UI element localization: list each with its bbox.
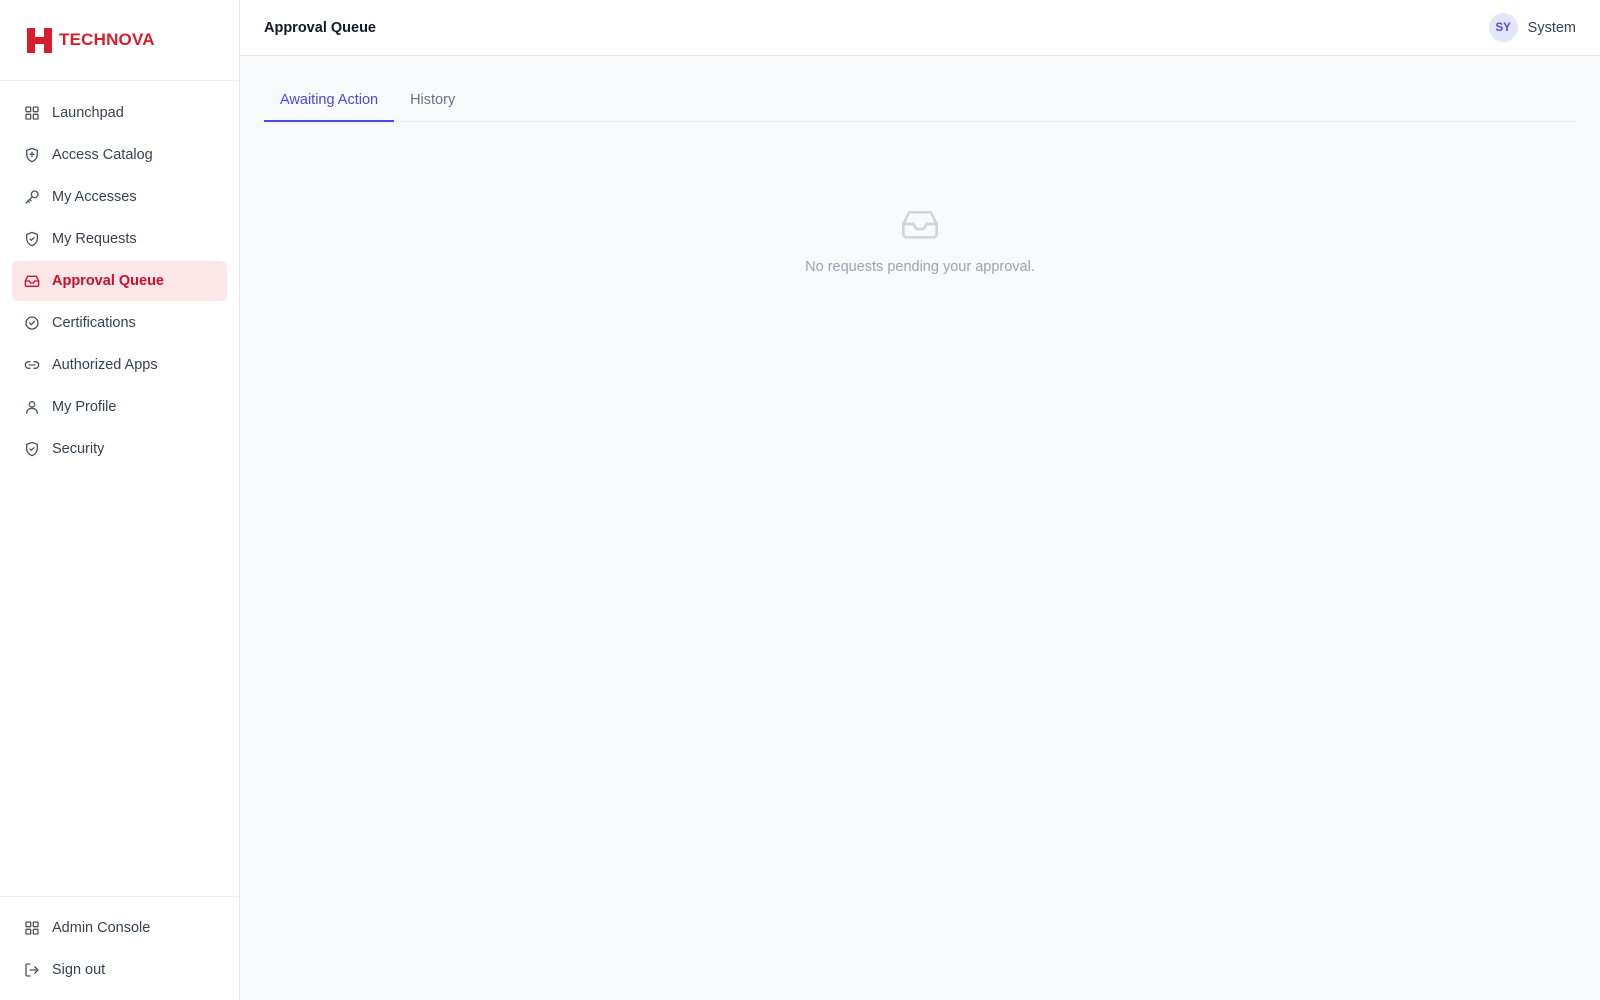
brand-name: TECHNOVA: [59, 30, 155, 49]
inbox-icon: [900, 204, 940, 249]
sidebar-item-my-accesses[interactable]: My Accesses: [12, 177, 227, 217]
shield-check-icon: [24, 231, 40, 247]
sidebar-item-label: Admin Console: [52, 920, 151, 936]
sidebar-item-my-profile[interactable]: My Profile: [12, 387, 227, 427]
inbox-icon: [24, 273, 40, 289]
user-icon: [24, 399, 40, 415]
empty-state-message: No requests pending your approval.: [805, 259, 1035, 275]
logout-icon: [24, 962, 40, 978]
sidebar-item-label: Security: [52, 441, 105, 457]
sidebar-item-launchpad[interactable]: Launchpad: [12, 93, 227, 133]
sidebar-nav: Launchpad Access Catalog My Accesses My …: [0, 81, 239, 469]
technova-logo-icon: [26, 27, 53, 54]
sidebar-item-label: Certifications: [52, 315, 136, 331]
grid-icon: [24, 105, 40, 121]
sidebar-item-access-catalog[interactable]: Access Catalog: [12, 135, 227, 175]
shield-check-icon: [24, 441, 40, 457]
sidebar-item-authorized-apps[interactable]: Authorized Apps: [12, 345, 227, 385]
grid-icon: [24, 920, 40, 936]
avatar[interactable]: SY: [1488, 13, 1518, 42]
shield-plus-icon: [24, 147, 40, 163]
sidebar-item-my-requests[interactable]: My Requests: [12, 219, 227, 259]
main-content: Awaiting Action History No requests pend…: [264, 56, 1576, 275]
sidebar-item-certifications[interactable]: Certifications: [12, 303, 227, 343]
check-circle-icon: [24, 315, 40, 331]
tab-history[interactable]: History: [394, 80, 471, 122]
empty-state: No requests pending your approval.: [264, 204, 1576, 275]
sidebar-footer: Admin Console Sign out: [0, 896, 239, 1000]
sidebar-item-label: Access Catalog: [52, 147, 153, 163]
sidebar-item-label: My Requests: [52, 231, 137, 247]
sidebar-item-label: Launchpad: [52, 105, 124, 121]
sidebar-item-label: Authorized Apps: [52, 357, 158, 373]
brand-logo[interactable]: TECHNOVA: [0, 0, 239, 81]
sidebar-item-security[interactable]: Security: [12, 429, 227, 469]
key-icon: [24, 189, 40, 205]
page-title: Approval Queue: [264, 19, 376, 36]
top-bar: Approval Queue SY System: [240, 0, 1600, 56]
sidebar-item-label: Sign out: [52, 962, 106, 978]
tab-awaiting-action[interactable]: Awaiting Action: [264, 80, 395, 122]
sidebar-item-label: My Profile: [52, 399, 117, 415]
sidebar-item-label: My Accesses: [52, 189, 137, 205]
sidebar-item-admin-console[interactable]: Admin Console: [12, 908, 227, 948]
user-menu[interactable]: SY System: [1488, 13, 1576, 42]
user-name[interactable]: System: [1528, 20, 1576, 36]
link-icon: [24, 357, 40, 373]
sidebar-item-label: Approval Queue: [52, 273, 164, 289]
sidebar-item-approval-queue[interactable]: Approval Queue: [12, 261, 227, 301]
tab-bar: Awaiting Action History: [264, 80, 1576, 122]
sidebar-item-sign-out[interactable]: Sign out: [12, 950, 227, 990]
sidebar: TECHNOVA Launchpad Access Catalog My Acc…: [0, 0, 240, 1000]
